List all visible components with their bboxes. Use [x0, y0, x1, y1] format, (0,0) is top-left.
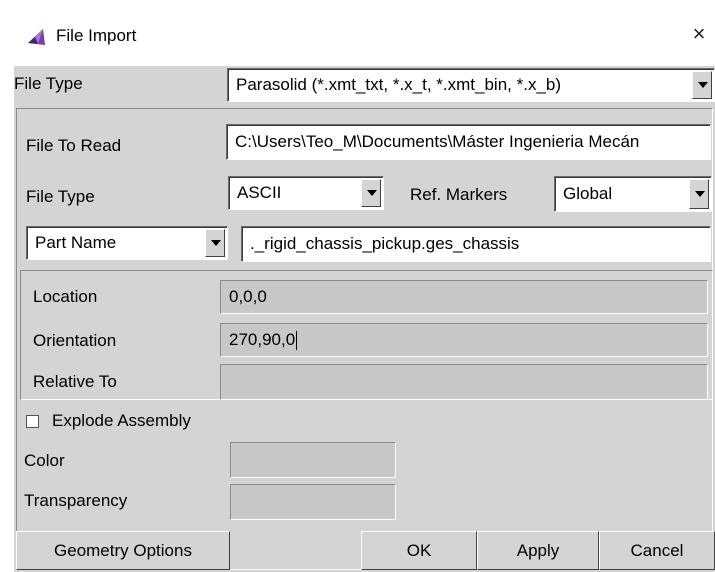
file-type-select[interactable]: Parasolid (*.xmt_txt, *.x_t, *.xmt_bin, …	[227, 68, 715, 102]
chevron-down-icon	[695, 191, 705, 197]
geometry-options-label: Geometry Options	[54, 540, 192, 560]
apply-button[interactable]: Apply	[477, 531, 599, 570]
explode-assembly-label: Explode Assembly	[52, 411, 191, 430]
orientation-label: Orientation	[33, 331, 117, 350]
color-input[interactable]	[230, 442, 396, 478]
part-name-value: ._rigid_chassis_pickup.ges_chassis	[250, 234, 520, 253]
ok-label: OK	[406, 540, 432, 560]
file-to-read-input[interactable]: C:\Users\Teo_M\Documents\Máster Ingenier…	[226, 124, 711, 160]
chevron-down-icon	[367, 190, 377, 196]
cancel-button[interactable]: Cancel	[599, 531, 715, 570]
format-dropdown-button[interactable]	[361, 179, 381, 207]
geometry-options-button[interactable]: Geometry Options	[16, 531, 230, 570]
color-label: Color	[24, 451, 65, 470]
transparency-input[interactable]	[230, 484, 396, 520]
format-value: ASCII	[237, 183, 282, 202]
transparency-label: Transparency	[24, 491, 128, 510]
dialog-body: File Type Parasolid (*.xmt_txt, *.x_t, *…	[14, 66, 715, 572]
part-name-selector-value: Part Name	[35, 233, 117, 252]
title-bar: File Import ×	[0, 0, 715, 66]
ref-markers-label: Ref. Markers	[410, 185, 508, 204]
ref-markers-select[interactable]: Global	[554, 176, 712, 212]
orientation-value-wrap: 270,90,0	[229, 329, 298, 351]
window-title: File Import	[56, 26, 137, 45]
cancel-label: Cancel	[630, 540, 684, 560]
adams-view-icon	[28, 29, 45, 45]
part-name-dropdown-button[interactable]	[205, 229, 225, 257]
file-to-read-label: File To Read	[26, 136, 122, 155]
file-to-read-value: C:\Users\Teo_M\Documents\Máster Ingenier…	[235, 132, 640, 151]
close-icon[interactable]: ×	[688, 22, 710, 46]
orientation-value: 270,90,0	[229, 329, 296, 349]
ref-markers-dropdown-button[interactable]	[689, 179, 709, 209]
file-type-dropdown-button[interactable]	[692, 71, 712, 99]
location-input[interactable]: 0,0,0	[220, 280, 708, 314]
chevron-down-icon	[698, 82, 708, 88]
part-name-selector[interactable]: Part Name	[26, 226, 228, 260]
file-type-value: Parasolid (*.xmt_txt, *.x_t, *.xmt_bin, …	[236, 75, 562, 94]
ref-markers-value: Global	[563, 184, 613, 203]
location-value: 0,0,0	[229, 287, 267, 306]
chevron-down-icon	[211, 240, 221, 246]
explode-assembly-checkbox[interactable]	[26, 415, 39, 428]
file-type-label: File Type	[14, 74, 83, 93]
orientation-input[interactable]: 270,90,0	[220, 323, 708, 357]
relative-to-input[interactable]	[220, 364, 708, 400]
ok-button[interactable]: OK	[361, 531, 477, 570]
part-name-input[interactable]: ._rigid_chassis_pickup.ges_chassis	[241, 226, 711, 262]
apply-label: Apply	[516, 540, 560, 560]
text-cursor	[296, 331, 298, 351]
format-label: File Type	[26, 187, 95, 206]
relative-to-label: Relative To	[33, 372, 117, 391]
format-select[interactable]: ASCII	[228, 176, 384, 210]
location-label: Location	[33, 287, 98, 306]
